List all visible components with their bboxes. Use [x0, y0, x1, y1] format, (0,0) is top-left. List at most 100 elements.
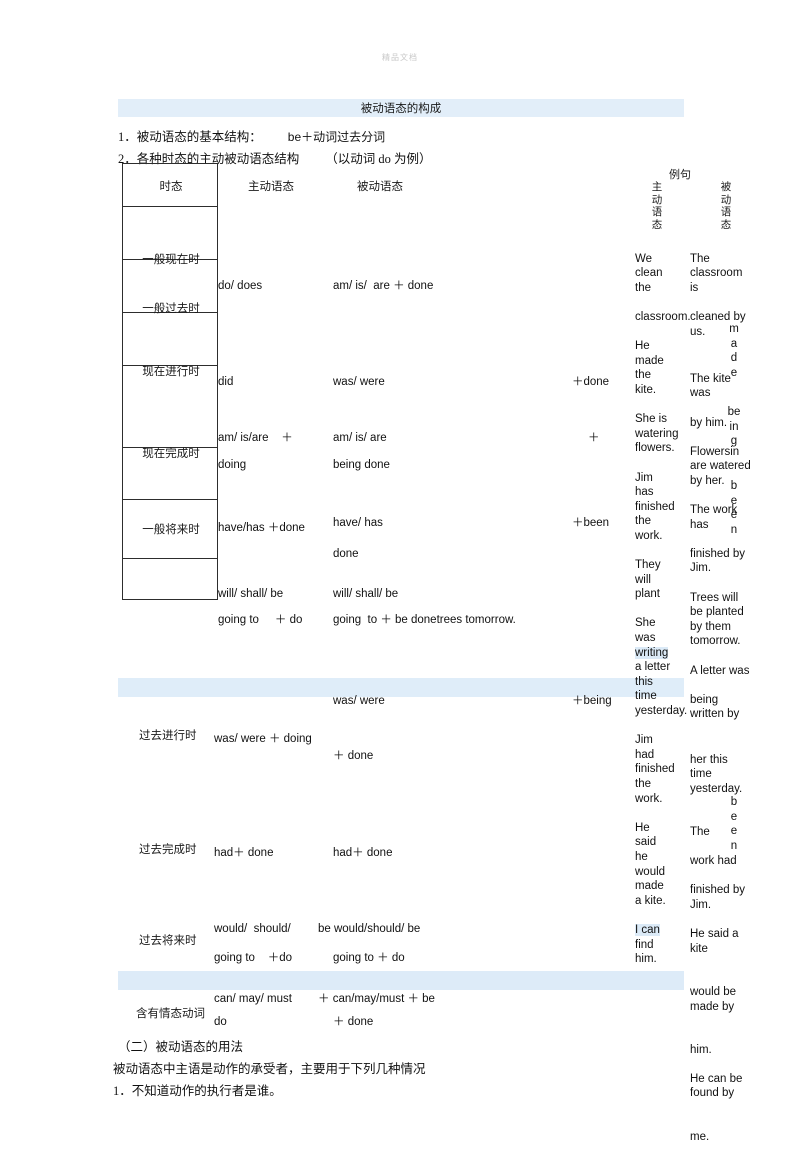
overflow-been1-3: n	[730, 523, 738, 536]
tense-label-present-simple: 一般现在时	[142, 254, 200, 266]
tense-box-present-cont: 现在进行时	[122, 365, 218, 447]
cell-active-present-cont-l1: am/ is/are ＋	[218, 432, 293, 444]
tense-label-past-cont: 过去进行时	[139, 730, 197, 742]
cell-active-future-l1: will/ shall/ be	[218, 588, 284, 600]
highlight-band-2	[118, 971, 684, 990]
page-title: 被动语态的构成	[360, 103, 442, 115]
cell-active-past-simple: did	[218, 376, 234, 388]
example-passive-1: cleaned by us.	[690, 310, 746, 338]
active-label-char-2: 语	[651, 207, 663, 218]
overflow-letters-been-1: b e e n	[726, 479, 742, 537]
document-page: 精品文档 被动语态的构成 1．被动语态的基本结构： be＋动词过去分词 2．各种时…	[0, 0, 800, 1143]
cell-active-past-perfect: had＋ done	[214, 847, 274, 859]
tense-box-present-perfect: 现在完成时	[122, 447, 218, 499]
footer-section-heading: （二）被动语态的用法	[118, 1040, 244, 1054]
example-passive-15: would be made by	[690, 985, 737, 1013]
passive-label-char-0: 被	[720, 182, 732, 193]
intro-line-1: 1．被动语态的基本结构： be＋动词过去分词	[118, 126, 385, 145]
cell-passive-past-perfect: had＋ done	[333, 847, 393, 859]
example-passive-0: The classroom is	[690, 252, 743, 294]
cell-passive-present-perfect-l2: done	[333, 548, 359, 560]
overflow-been2-3: n	[730, 839, 738, 852]
intro-1-text: 被动语态的基本结构：	[136, 130, 262, 144]
overflow-made-2: d	[730, 352, 738, 365]
example-passive-9: being written by	[690, 693, 740, 721]
examples-passive-column: The classroom is cleaned by us. The kite…	[690, 237, 752, 1159]
overflow-been2-2: e	[730, 825, 738, 838]
example-active-2: He made the kite.	[635, 340, 664, 396]
footer-line-1: 被动语态中主语是动作的承受者，主要用于下列几种情况	[113, 1062, 426, 1076]
cell-tail-present-perfect: ＋been	[572, 517, 610, 529]
active-label-char-1: 动	[651, 194, 663, 206]
cell-passive-past-simple: was/ were	[333, 376, 385, 388]
example-passive-2: The kite was	[690, 372, 731, 400]
example-active-9: I can find him.	[635, 923, 660, 966]
examples-active-column: We clean the classroom. He made the kite…	[635, 237, 691, 981]
cell-passive-present-cont-l1: am/ is/ are	[333, 432, 387, 444]
overflow-letters-been-2: b e e n	[726, 795, 742, 853]
cell-passive-present-simple: am/ is/ are ＋ done	[333, 280, 434, 292]
example-active-3: She is watering flowers.	[635, 413, 679, 455]
cell-passive-past-future-l1: be would/should/ be	[318, 923, 421, 935]
cell-active-present-cont-l2: doing	[218, 459, 247, 471]
overflow-made-3: e	[730, 366, 738, 379]
tense-label-past-simple: 一般过去时	[142, 303, 200, 315]
footer-line-2-text: 不知道动作的执行者是谁。	[131, 1084, 282, 1098]
section-title-band: 被动语态的构成	[118, 99, 684, 117]
cell-active-modal-l1: can/ may/ must	[214, 993, 292, 1005]
passive-label-char-3: 态	[720, 219, 732, 231]
overflow-made-0: m	[729, 323, 739, 335]
overflow-been2-0: b	[730, 796, 738, 808]
example-active-1: classroom.	[635, 310, 691, 323]
cell-tail-past-simple: ＋done	[572, 376, 610, 388]
intro-2-formula: （以动词 do 为例）	[325, 152, 432, 166]
passive-label-char-1: 动	[720, 194, 732, 206]
overflow-letters-being: be in g	[724, 405, 744, 449]
example-passive-7: Trees will be planted by them tomorrow.	[690, 591, 744, 648]
header-active-voice: 主动语态	[248, 181, 294, 193]
example-passive-17: He can be found by	[690, 1072, 743, 1100]
example-passive-5: The work has	[690, 504, 738, 531]
overflow-been1-2: e	[730, 509, 738, 522]
cell-passive-modal-l1: ＋ can/may/must ＋ be	[318, 993, 435, 1005]
overflow-been1-0: b	[730, 480, 738, 492]
cell-passive-modal-l2: ＋ done	[333, 1016, 374, 1028]
overflow-been1-1: e	[730, 494, 738, 507]
cell-active-past-cont: was/ were ＋ doing	[214, 733, 312, 745]
tense-label-present-cont: 现在进行时	[142, 366, 200, 378]
example-passive-11: The	[690, 825, 710, 838]
example-active-8: He said he would made a kite.	[635, 821, 666, 907]
active-label-char-0: 主	[651, 182, 663, 193]
overflow-made-1: a	[730, 337, 738, 350]
header-passive-voice: 被动语态	[357, 181, 403, 193]
example-passive-18: me.	[690, 1130, 710, 1143]
intro-1-formula: be＋动词过去分词	[287, 130, 386, 144]
cell-passive-future-l1: will/ shall/ be	[333, 588, 399, 600]
example-passive-10: her this time yesterday.	[690, 753, 743, 795]
tense-label-modal: 含有情态动词	[136, 1008, 205, 1020]
example-active-0: We clean the	[635, 252, 663, 294]
cell-tail-present-cont: ＋	[588, 432, 600, 444]
tense-label-future-simple: 一般将来时	[142, 524, 200, 536]
tense-label-past-future: 过去将来时	[139, 935, 197, 947]
example-passive-8: A letter was	[690, 664, 750, 677]
cell-passive-present-cont-l2: being done	[333, 459, 390, 471]
tense-label-past-perfect: 过去完成时	[139, 844, 197, 856]
example-passive-13: finished by Jim.	[690, 884, 745, 911]
passive-label-char-2: 语	[720, 207, 732, 218]
tense-box-future-simple: 一般将来时	[122, 499, 218, 558]
example-passive-4: Flowersin are watered by her.	[690, 445, 751, 487]
cell-passive-future-l2: going to ＋ be donetrees tomorrow.	[333, 614, 516, 626]
active-label-char-3: 态	[651, 219, 663, 231]
header-tense: 时态	[159, 181, 183, 193]
cell-active-past-future-l1: would/ should/	[214, 923, 291, 935]
cell-passive-past-future-l2: going to ＋ do	[333, 952, 405, 964]
overflow-being-2: g	[730, 435, 738, 448]
overflow-being-1: in	[729, 420, 739, 433]
example-active-7: Jim had finished the work.	[635, 734, 675, 805]
tense-label-present-perfect: 现在完成时	[142, 448, 200, 460]
example-passive-12: work had	[690, 855, 737, 868]
example-passive-16: him.	[690, 1043, 712, 1056]
cell-active-present-perfect: have/has ＋done	[218, 522, 305, 534]
tense-box-column: 时态 一般现在时 一般过去时 现在进行时 现在完成时 一般将来时	[122, 163, 218, 600]
